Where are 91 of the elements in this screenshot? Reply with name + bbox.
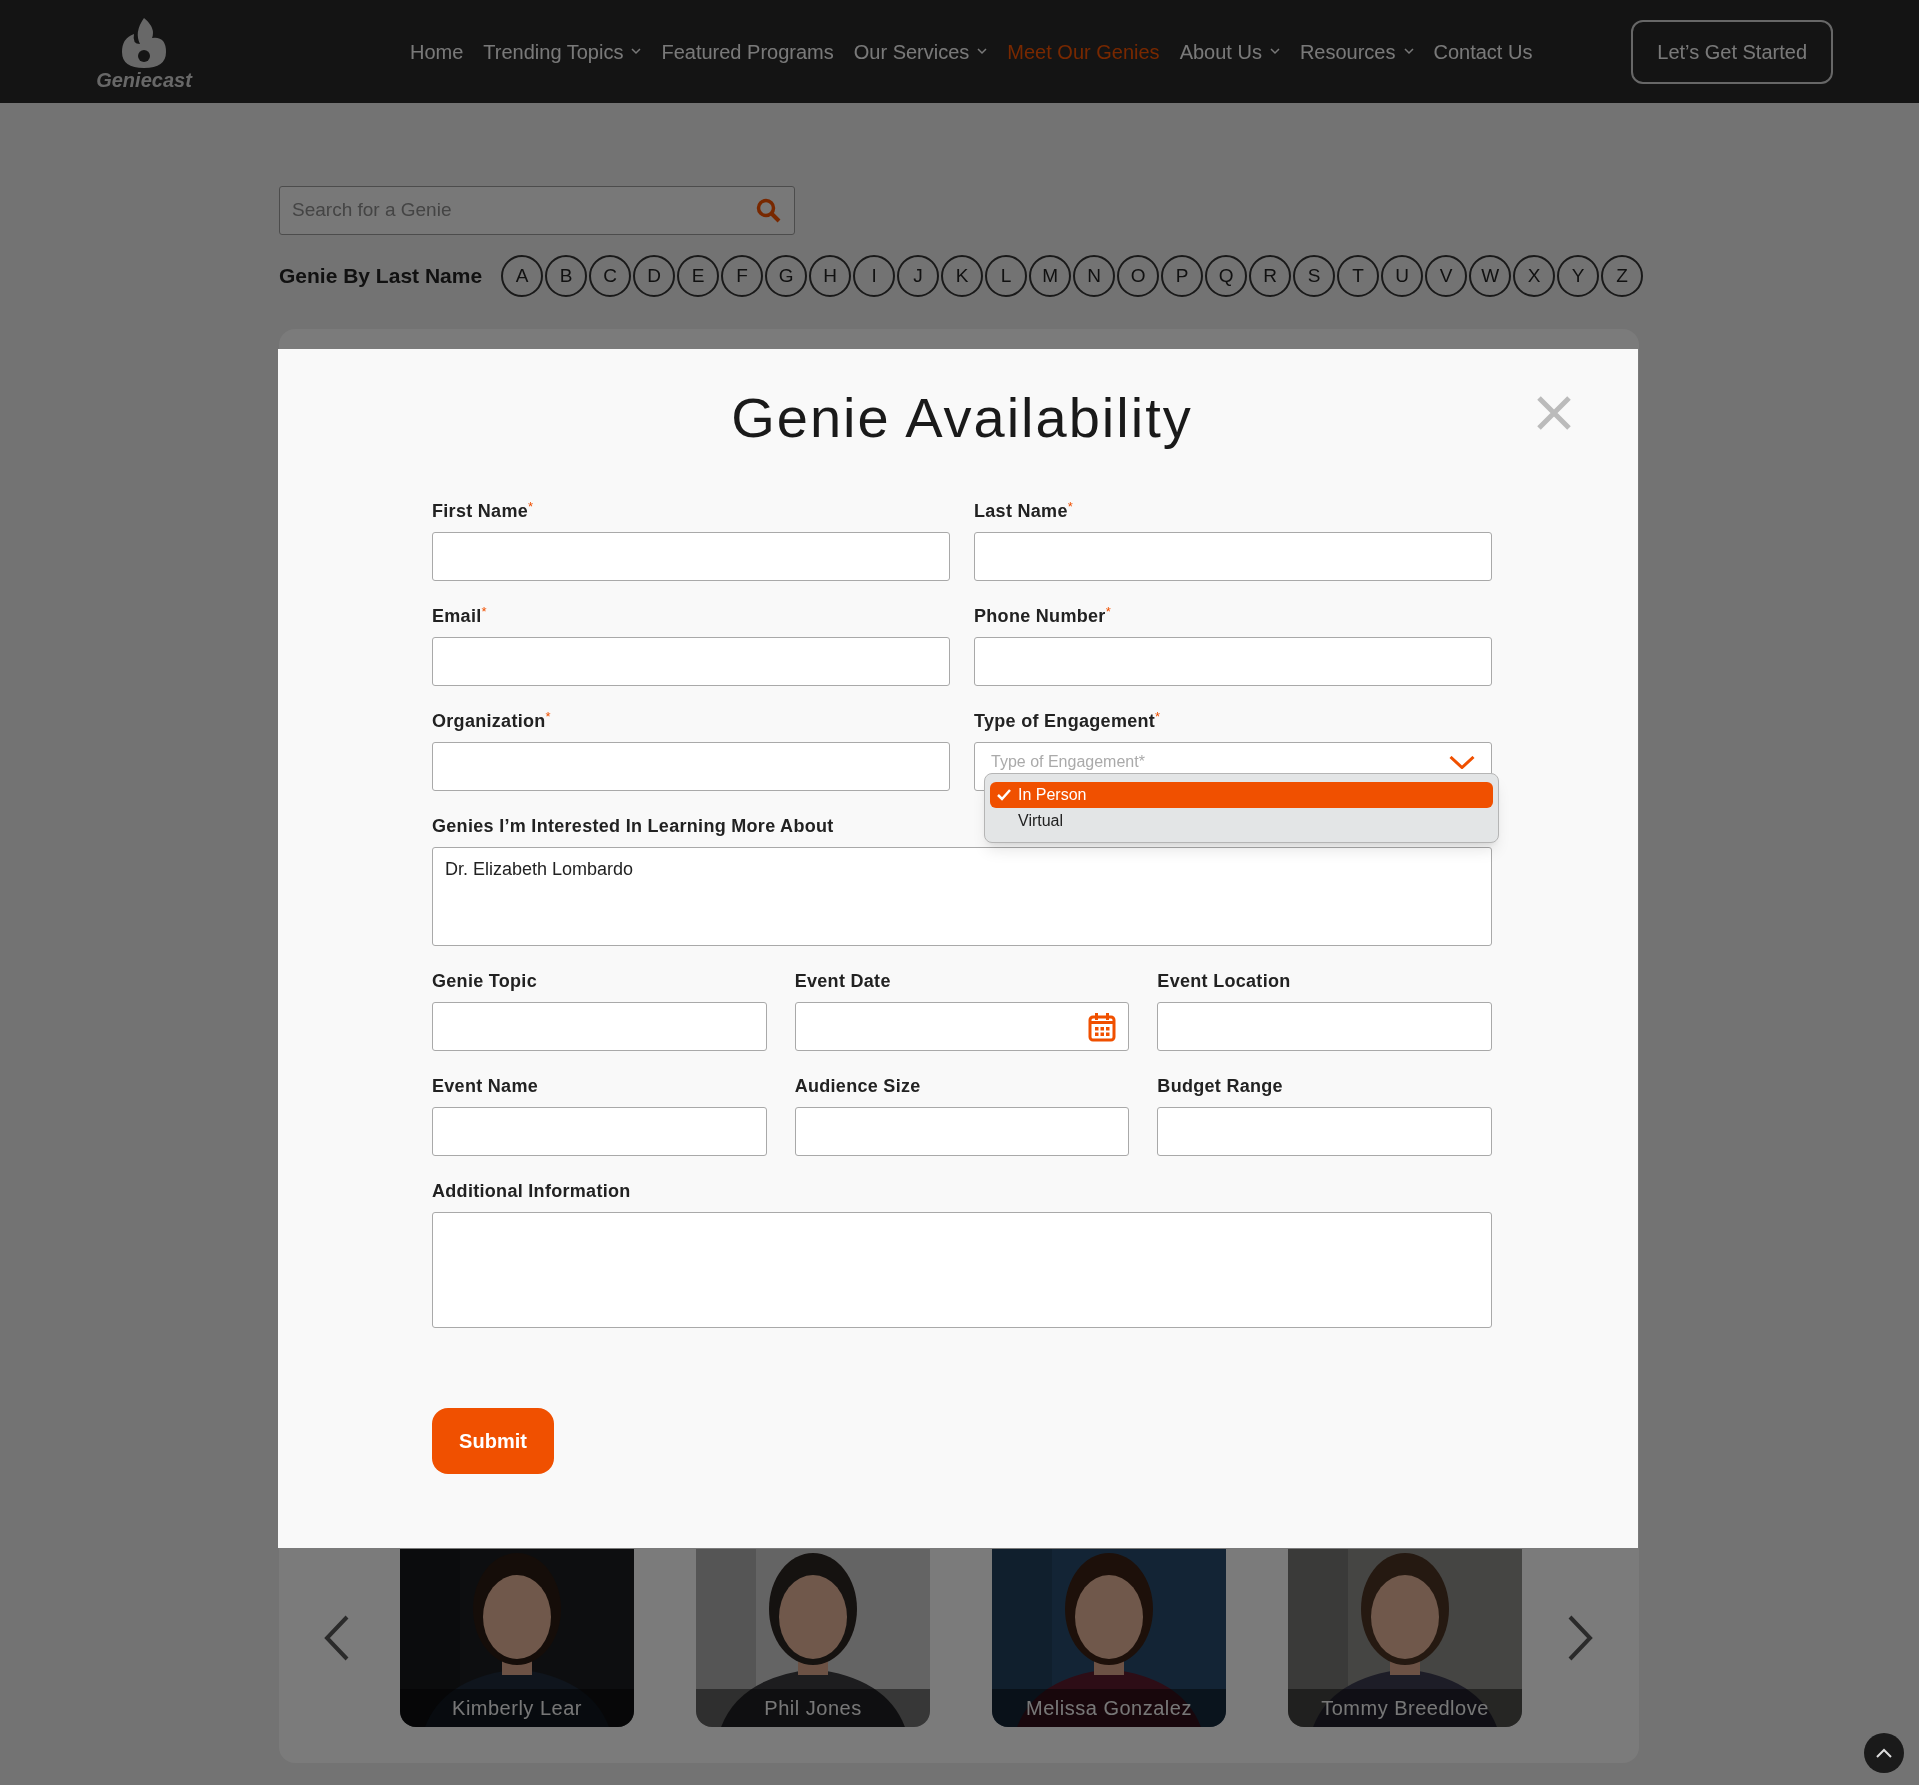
genie-name: Tommy Breedlove xyxy=(1321,1696,1489,1721)
required-mark: * xyxy=(1105,605,1111,619)
required-mark: * xyxy=(1155,710,1161,724)
text-field[interactable] xyxy=(432,1107,767,1156)
caret-icon xyxy=(1269,48,1280,55)
genie-card[interactable]: Melissa Gonzalez xyxy=(992,1549,1226,1727)
genie-card[interactable]: Phil Jones xyxy=(696,1549,930,1727)
letter-filter[interactable]: C xyxy=(589,255,632,297)
required-mark: * xyxy=(1067,500,1073,514)
field-label: First Name xyxy=(432,500,529,522)
filter-label: Genie By Last Name xyxy=(279,263,483,290)
field-label: Genie Topic xyxy=(432,970,537,992)
nav-link[interactable]: Resources xyxy=(1299,36,1414,67)
letter-filter[interactable]: Q xyxy=(1205,255,1248,297)
letter-filter[interactable]: V xyxy=(1425,255,1468,297)
nav-link[interactable]: Trending Topics xyxy=(483,36,642,67)
get-started-button[interactable]: Let’s Get Started xyxy=(1631,19,1833,84)
letter-filter[interactable]: P xyxy=(1161,255,1204,297)
genie-card[interactable]: Kimberly Lear xyxy=(400,1549,634,1727)
letter-filter[interactable]: S xyxy=(1293,255,1336,297)
letter-filter[interactable]: J xyxy=(897,255,940,297)
letter-filter[interactable]: Z xyxy=(1601,255,1644,297)
calendar-icon xyxy=(1088,1011,1117,1042)
genie-name: Melissa Gonzalez xyxy=(1026,1696,1192,1721)
letter-filter[interactable]: T xyxy=(1337,255,1380,297)
caret-icon xyxy=(1403,48,1414,55)
checkmark-icon xyxy=(997,789,1011,801)
chevron-up-icon xyxy=(1876,1748,1892,1758)
letter-filter[interactable]: G xyxy=(765,255,808,297)
field-label: Event Date xyxy=(794,970,891,992)
logo-text: Geniecast xyxy=(96,69,192,90)
letter-filter[interactable]: U xyxy=(1381,255,1424,297)
field-label: Audience Size xyxy=(794,1075,921,1097)
dropdown-option[interactable]: Virtual xyxy=(990,808,1493,834)
submit-button[interactable]: Submit xyxy=(432,1408,554,1474)
field-label: Budget Range xyxy=(1157,1075,1283,1097)
field-label: Type of Engagement xyxy=(974,710,1156,732)
letter-filter[interactable]: E xyxy=(677,255,720,297)
modal-title: Genie Availability xyxy=(731,385,1193,451)
text-field[interactable] xyxy=(794,1107,1130,1156)
required-mark: * xyxy=(481,605,487,619)
field-label: Email xyxy=(432,605,482,627)
field-label: Additional Information xyxy=(432,1180,631,1202)
genie-card[interactable]: Tommy Breedlove xyxy=(1288,1549,1522,1727)
text-field[interactable] xyxy=(432,742,950,791)
field-label: Last Name xyxy=(974,500,1068,522)
date-field[interactable] xyxy=(794,1002,1130,1051)
letter-filter[interactable]: A xyxy=(501,255,544,297)
letter-filter[interactable]: W xyxy=(1469,255,1512,297)
letter-filter[interactable]: F xyxy=(721,255,764,297)
letter-filter[interactable]: B xyxy=(545,255,588,297)
text-area[interactable]: Dr. Elizabeth Lombardo xyxy=(432,847,1492,946)
search-icon xyxy=(756,197,782,224)
chevron-down-icon xyxy=(1449,756,1475,769)
caret-icon xyxy=(631,48,642,55)
text-field[interactable] xyxy=(974,532,1492,581)
letter-filter[interactable]: H xyxy=(809,255,852,297)
required-mark: * xyxy=(528,500,534,514)
field-label: Genies I’m Interested In Learning More About xyxy=(432,815,834,837)
dropdown-option[interactable]: In Person xyxy=(990,782,1493,808)
letter-filter[interactable]: L xyxy=(985,255,1028,297)
letter-filter[interactable]: I xyxy=(853,255,896,297)
letter-filter[interactable]: N xyxy=(1073,255,1116,297)
nav-link[interactable]: Featured Programs xyxy=(661,36,834,67)
text-field[interactable] xyxy=(432,637,950,686)
field-label: Event Location xyxy=(1157,970,1291,992)
text-field[interactable] xyxy=(1157,1107,1492,1156)
text-field[interactable] xyxy=(432,1002,767,1051)
letter-filter[interactable]: X xyxy=(1513,255,1556,297)
letter-filter[interactable]: K xyxy=(941,255,984,297)
close-icon[interactable] xyxy=(1536,395,1572,431)
nav-link[interactable]: About Us xyxy=(1179,36,1280,67)
letter-filter[interactable]: D xyxy=(633,255,676,297)
nav-link[interactable]: Contact Us xyxy=(1433,36,1533,67)
nav-link[interactable]: Our Services xyxy=(853,36,988,67)
text-field[interactable] xyxy=(974,637,1492,686)
required-mark: * xyxy=(545,710,551,724)
caret-icon xyxy=(977,48,988,55)
field-label: Event Name xyxy=(432,1075,539,1097)
field-label: Organization xyxy=(432,710,546,732)
scroll-top-button[interactable] xyxy=(1864,1733,1904,1773)
text-field[interactable] xyxy=(432,532,950,581)
field-label: Phone Number xyxy=(974,605,1106,627)
letter-filter[interactable]: Y xyxy=(1557,255,1600,297)
nav-link[interactable]: Home xyxy=(410,36,464,67)
genie-name: Phil Jones xyxy=(764,1696,862,1721)
letter-filter[interactable]: R xyxy=(1249,255,1292,297)
genie-name: Kimberly Lear xyxy=(452,1696,582,1721)
text-field[interactable] xyxy=(1157,1002,1492,1051)
letter-filter[interactable]: M xyxy=(1029,255,1072,297)
letter-filter[interactable]: O xyxy=(1117,255,1160,297)
